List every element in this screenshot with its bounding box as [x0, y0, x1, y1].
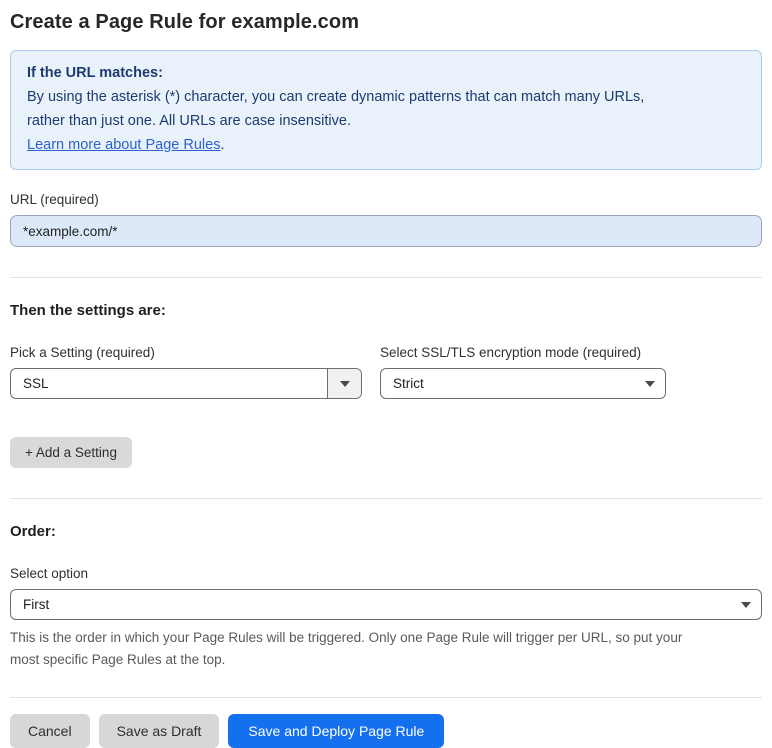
pick-setting-select[interactable]: SSL — [10, 368, 362, 399]
ssl-mode-dropdown-button[interactable] — [635, 369, 665, 398]
save-as-draft-button[interactable]: Save as Draft — [98, 714, 220, 748]
learn-more-link[interactable]: Learn more about Page Rules — [27, 137, 220, 153]
chevron-down-icon — [645, 380, 655, 387]
order-select-label: Select option — [10, 566, 89, 581]
link-period: . — [220, 137, 225, 153]
ssl-mode-label: Select SSL/TLS encryption mode (required… — [380, 345, 642, 360]
footer-divider — [10, 697, 762, 698]
pick-setting-selected-value: SSL — [23, 376, 49, 391]
order-helper-line-1: This is the order in which your Page Rul… — [10, 630, 683, 645]
ssl-mode-field: Select SSL/TLS encryption mode (required… — [380, 345, 666, 399]
section-divider — [10, 498, 762, 499]
pick-setting-field: Pick a Setting (required) SSL — [10, 345, 362, 399]
page-title: Create a Page Rule for example.com — [10, 11, 360, 33]
pick-setting-dropdown-button[interactable] — [327, 369, 361, 398]
order-dropdown-button[interactable] — [731, 590, 761, 619]
info-box-heading: If the URL matches: — [27, 65, 163, 81]
order-helper-line-2: most specific Page Rules at the top. — [10, 652, 226, 667]
cancel-button[interactable]: Cancel — [10, 714, 90, 748]
create-page-rule-form: Create a Page Rule for example.com If th… — [0, 0, 772, 748]
order-select[interactable]: First — [10, 589, 762, 620]
url-input[interactable] — [10, 215, 762, 247]
settings-section-heading: Then the settings are: — [10, 302, 166, 319]
url-match-info-box: If the URL matches: By using the asteris… — [10, 50, 762, 170]
url-field-label: URL (required) — [10, 192, 99, 207]
chevron-down-icon — [741, 601, 751, 608]
ssl-mode-select[interactable]: Strict — [380, 368, 666, 399]
info-box-link-line: Learn more about Page Rules. — [27, 133, 745, 157]
save-and-deploy-button[interactable]: Save and Deploy Page Rule — [228, 714, 445, 748]
chevron-down-icon — [339, 380, 350, 387]
order-section-heading: Order: — [10, 523, 56, 540]
ssl-mode-selected-value: Strict — [393, 376, 424, 391]
footer-actions: Cancel Save as Draft Save and Deploy Pag… — [10, 714, 762, 748]
section-divider — [10, 277, 762, 278]
info-box-body-line-2: rather than just one. All URLs are case … — [27, 113, 351, 129]
order-selected-value: First — [23, 597, 50, 612]
pick-setting-label: Pick a Setting (required) — [10, 345, 155, 360]
info-box-body-line-1: By using the asterisk (*) character, you… — [27, 89, 645, 105]
add-setting-button[interactable]: + Add a Setting — [10, 437, 132, 468]
settings-row: Pick a Setting (required) SSL Select SSL… — [10, 345, 762, 399]
order-helper-text: This is the order in which your Page Rul… — [10, 627, 762, 671]
